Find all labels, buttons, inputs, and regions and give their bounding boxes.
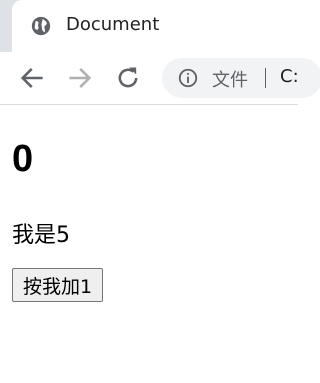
- url-text[interactable]: C:: [280, 66, 299, 87]
- count-heading: 0: [12, 138, 34, 180]
- arrow-left-icon[interactable]: [18, 64, 46, 92]
- add-one-button[interactable]: 按我加1: [12, 268, 104, 302]
- address-bar[interactable]: 文件 C:: [162, 58, 320, 98]
- prop-text: 我是5: [12, 223, 70, 248]
- globe-icon: [31, 16, 51, 36]
- scheme-label: 文件: [212, 70, 248, 91]
- arrow-right-icon[interactable]: [66, 64, 94, 92]
- browser-toolbar: 文件 C:: [0, 52, 320, 105]
- tab-title: Document: [66, 14, 160, 35]
- tab-strip: Document: [0, 0, 312, 52]
- omnibox-divider: [265, 68, 266, 88]
- info-icon[interactable]: [177, 67, 199, 89]
- tab-document[interactable]: Document: [12, 0, 312, 52]
- reload-icon[interactable]: [114, 64, 142, 92]
